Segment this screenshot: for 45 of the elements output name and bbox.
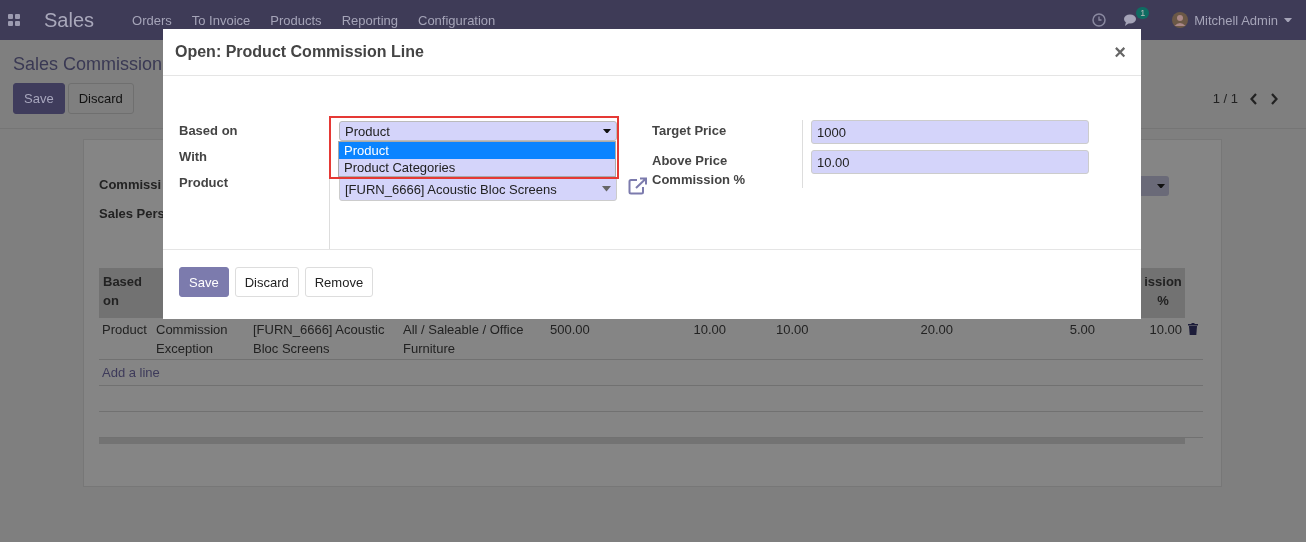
dialog-button[interactable]: Save <box>179 267 229 297</box>
dialog-title: Open: Product Commission Line <box>175 43 424 61</box>
add-line-link[interactable]: Add a line <box>102 365 160 380</box>
notification-badge: 1 <box>1136 7 1150 19</box>
menu-item[interactable]: To Invoice <box>191 12 251 28</box>
dialog-button[interactable]: Remove <box>304 267 374 297</box>
pager-counter: 1 / 1 <box>1212 91 1238 106</box>
field-label: Target Price <box>652 122 728 140</box>
close-button[interactable]: × <box>1111 40 1129 64</box>
apps-grid-icon[interactable] <box>8 14 20 26</box>
page-title: Sales Commission <box>13 54 164 75</box>
dialog-button[interactable]: Discard <box>234 267 299 297</box>
column-header: Based on <box>103 273 144 310</box>
trash-icon[interactable] <box>1188 323 1198 335</box>
product-field[interactable]: [FURN_6666] Acoustic Bloc Screens <box>339 177 617 201</box>
menu-item[interactable]: Products <box>270 12 322 28</box>
input-field[interactable]: 10.00 <box>811 150 1089 174</box>
menu-item[interactable]: Orders <box>132 12 172 28</box>
input-field[interactable]: 1000 <box>811 120 1089 144</box>
field-label: Based on <box>179 122 239 140</box>
caret-icon <box>602 186 611 192</box>
column-header: ission % <box>1143 273 1183 310</box>
clock-icon[interactable] <box>1092 13 1107 27</box>
caret-icon <box>1157 183 1165 189</box>
external-link-icon[interactable] <box>628 177 648 195</box>
select-field[interactable] <box>1139 176 1169 196</box>
field-label: Commissi <box>99 177 162 194</box>
discard-button[interactable]: Discard <box>67 83 134 114</box>
avatar-icon <box>1172 12 1189 28</box>
field-label: Above Price Commission % <box>652 152 747 189</box>
field-label: Sales Pers <box>99 206 165 223</box>
caret-icon <box>603 128 611 134</box>
menu-item[interactable]: Configuration <box>418 12 496 28</box>
select-field[interactable]: Product <box>339 121 617 141</box>
save-button[interactable]: Save <box>13 83 65 114</box>
dropdown-option[interactable]: Product <box>339 142 615 159</box>
user-caret-icon <box>1284 17 1292 23</box>
field-label: With <box>179 148 209 166</box>
next-icon[interactable] <box>1270 92 1278 105</box>
menu-item[interactable]: Reporting <box>341 12 398 28</box>
field-label: Product <box>179 174 230 192</box>
app-name: Sales <box>44 8 95 32</box>
user-name[interactable]: Mitchell Admin <box>1194 12 1278 28</box>
table-cell: Product <box>99 318 153 360</box>
previous-icon[interactable] <box>1250 92 1258 105</box>
